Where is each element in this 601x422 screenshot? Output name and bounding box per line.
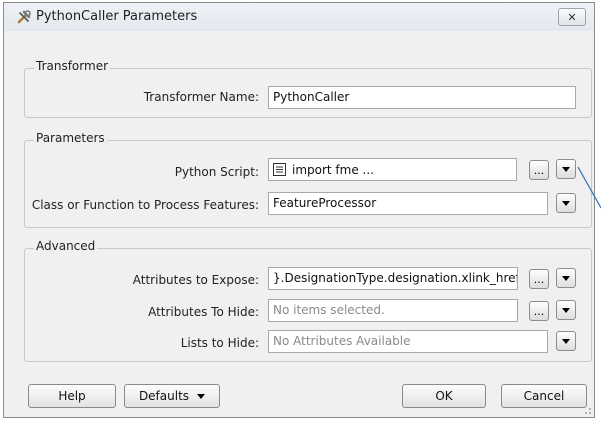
title-bar[interactable]: PythonCaller Parameters ✕ — [4, 3, 594, 31]
chevron-down-icon — [562, 275, 570, 281]
defaults-button[interactable]: Defaults — [124, 384, 220, 408]
attributes-to-expose-edit-button[interactable]: ... — [529, 269, 549, 289]
class-function-field[interactable]: FeatureProcessor — [268, 192, 548, 215]
ok-button[interactable]: OK — [402, 384, 486, 408]
lists-to-hide-field[interactable]: No Attributes Available — [268, 330, 548, 353]
chevron-down-icon — [562, 338, 570, 344]
parameters-group-label: Parameters — [34, 131, 107, 145]
attributes-to-hide-dropdown-button[interactable] — [556, 300, 576, 320]
ellipsis-icon: ... — [533, 304, 545, 318]
attributes-to-hide-edit-button[interactable]: ... — [529, 301, 549, 321]
attributes-to-expose-dropdown-button[interactable] — [556, 268, 576, 288]
close-icon: ✕ — [567, 10, 577, 24]
transformer-tools-icon — [17, 10, 31, 24]
attributes-to-expose-label: Attributes to Expose: — [132, 273, 259, 287]
python-caller-dialog: PythonCaller Parameters ✕ Transformer Tr… — [3, 2, 595, 418]
python-script-value: import fme ... — [292, 162, 374, 177]
close-button[interactable]: ✕ — [558, 8, 586, 26]
attributes-to-expose-field[interactable]: }.DesignationType.designation.xlink_href — [268, 267, 518, 290]
python-script-field[interactable]: import fme ... — [268, 158, 517, 181]
ellipsis-icon: ... — [533, 163, 545, 177]
lists-to-hide-dropdown-button[interactable] — [556, 331, 576, 351]
advanced-group-label: Advanced — [34, 239, 98, 253]
transformer-group-label: Transformer — [34, 59, 111, 73]
transformer-name-label: Transformer Name: — [143, 90, 259, 104]
ellipsis-icon: ... — [533, 272, 545, 286]
class-function-dropdown-button[interactable] — [556, 193, 576, 213]
defaults-label: Defaults — [138, 389, 190, 403]
attributes-to-hide-label: Attributes To Hide: — [148, 305, 259, 319]
python-script-edit-button[interactable]: ... — [529, 160, 549, 180]
class-function-label: Class or Function to Process Features: — [31, 198, 259, 212]
attributes-to-hide-field[interactable]: No items selected. — [268, 299, 518, 322]
script-document-icon — [273, 163, 286, 176]
chevron-down-icon — [562, 200, 570, 206]
chevron-down-icon — [562, 307, 570, 313]
lists-to-hide-label: Lists to Hide: — [180, 336, 259, 350]
chevron-down-icon — [197, 393, 206, 399]
chevron-down-icon — [562, 166, 570, 172]
help-button[interactable]: Help — [28, 384, 116, 408]
transformer-name-field[interactable]: PythonCaller — [268, 86, 576, 109]
resize-grip-icon[interactable] — [582, 405, 592, 415]
dialog-title: PythonCaller Parameters — [36, 9, 198, 24]
python-script-label: Python Script: — [174, 165, 259, 179]
python-script-dropdown-button[interactable] — [556, 159, 576, 179]
cancel-button[interactable]: Cancel — [501, 384, 587, 408]
